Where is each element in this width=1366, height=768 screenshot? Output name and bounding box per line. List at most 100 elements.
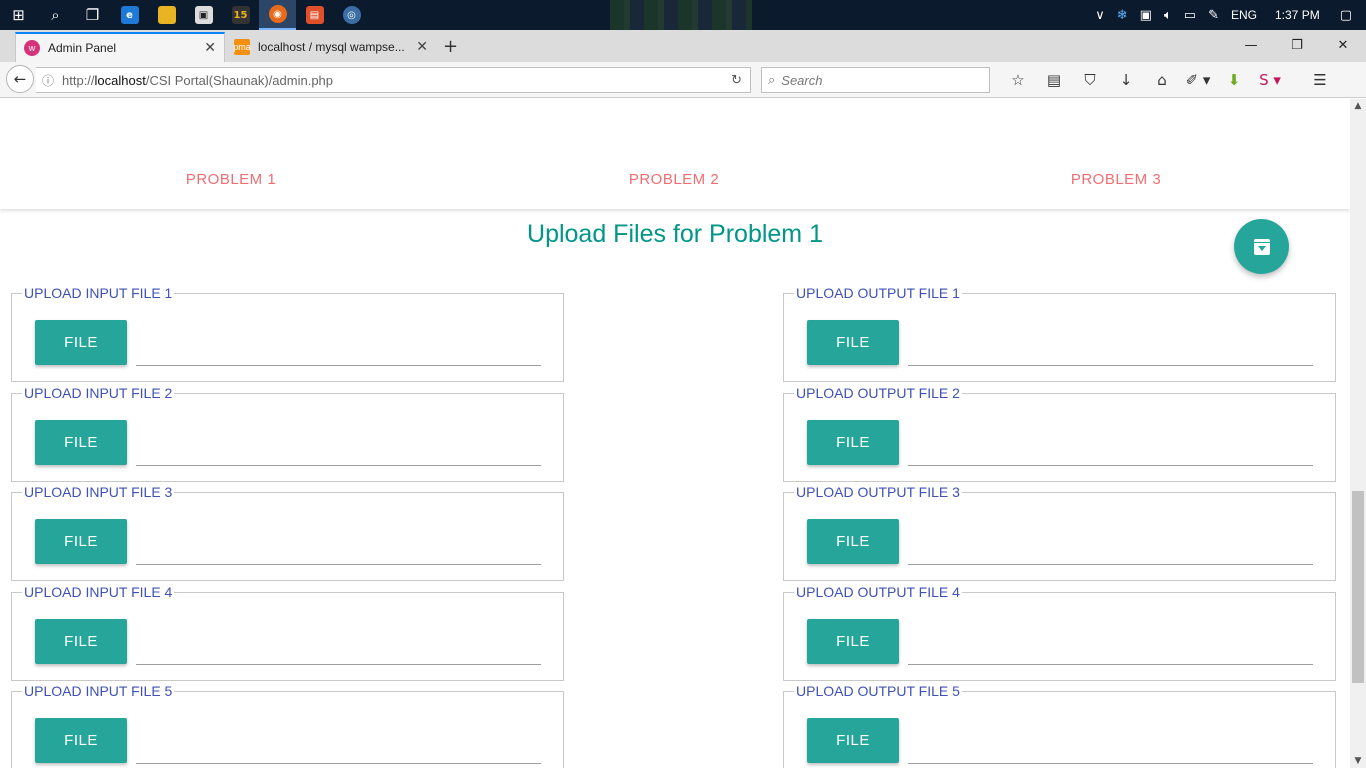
bookmark-star-icon[interactable]: ☆ — [1000, 71, 1036, 89]
back-button[interactable]: ← — [6, 65, 34, 93]
fieldset-legend: UPLOAD INPUT FILE 3 — [22, 484, 175, 500]
clock[interactable]: 1:37 PM — [1275, 8, 1320, 22]
file-button[interactable]: FILE — [35, 519, 127, 564]
scrollbar-thumb[interactable] — [1352, 491, 1364, 683]
chevron-up-icon[interactable]: ∨ — [1095, 8, 1105, 23]
edge-icon[interactable]: e — [111, 0, 148, 30]
new-tab-icon[interactable]: + — [443, 36, 458, 57]
upload-output-fieldset-5: UPLOAD OUTPUT FILE 5 FILE — [783, 683, 1336, 768]
fieldset-legend: UPLOAD INPUT FILE 5 — [22, 683, 175, 699]
restore-icon[interactable]: ❐ — [1274, 30, 1320, 60]
upload-input-fieldset-3: UPLOAD INPUT FILE 3 FILE — [11, 484, 564, 581]
file-path-input[interactable] — [136, 422, 541, 466]
minimize-icon[interactable]: — — [1228, 30, 1274, 60]
upload-input-fieldset-4: UPLOAD INPUT FILE 4 FILE — [11, 584, 564, 681]
extension-s-icon[interactable]: S ▾ — [1252, 71, 1288, 89]
file-button[interactable]: FILE — [807, 320, 899, 365]
reading-list-icon[interactable]: ▤ — [1036, 71, 1072, 89]
file-button[interactable]: FILE — [35, 320, 127, 365]
file-path-input[interactable] — [908, 422, 1313, 466]
tab-problem-2[interactable]: PROBLEM 2 — [574, 171, 774, 188]
upload-output-fieldset-1: UPLOAD OUTPUT FILE 1 FILE — [783, 285, 1336, 382]
url-bar[interactable]: ⓘ http://localhost/CSI Portal(Shaunak)/a… — [36, 67, 751, 93]
file-explorer-icon[interactable] — [148, 0, 185, 30]
close-tab-icon[interactable]: ✕ — [204, 40, 216, 56]
system-tray: ∨ ❄ ▣ 🔈︎ ▭ ✎ ENG 1:37 PM ▢ — [1089, 0, 1366, 30]
network-icon[interactable]: ▣ — [1140, 8, 1152, 23]
tools-icon[interactable]: ✐ ▾ — [1180, 71, 1216, 89]
file-path-input[interactable] — [136, 322, 541, 366]
fieldset-legend: UPLOAD OUTPUT FILE 3 — [794, 484, 962, 500]
upload-output-fieldset-3: UPLOAD OUTPUT FILE 3 FILE — [783, 484, 1336, 581]
firefox-icon[interactable]: ◉ — [259, 0, 296, 30]
fieldset-legend: UPLOAD INPUT FILE 2 — [22, 385, 175, 401]
search-placeholder: Search — [781, 72, 823, 88]
download-icon[interactable]: ↓ — [1108, 71, 1144, 89]
site-info-icon[interactable]: ⓘ — [42, 72, 54, 89]
file-path-input[interactable] — [908, 621, 1313, 665]
tab-phpmyadmin[interactable]: pma localhost / mysql wampse... ✕ — [226, 32, 436, 62]
task-view-icon[interactable]: ❐ — [74, 0, 111, 30]
scroll-up-icon[interactable]: ▲ — [1350, 101, 1366, 111]
file-path-input[interactable] — [136, 521, 541, 565]
vertical-scrollbar[interactable]: ▲ ▼ — [1350, 99, 1366, 768]
store-icon[interactable]: ▣ — [185, 0, 222, 30]
archive-icon — [1253, 238, 1270, 255]
page-title: Upload Files for Problem 1 — [527, 220, 823, 248]
windows-taskbar: ⊞ ⌕ ❐ e ▣ 15 ◉ ▤ ◎ ∨ ❄ ▣ 🔈︎ ▭ ✎ ENG 1:37… — [0, 0, 1366, 30]
file-path-input[interactable] — [908, 521, 1313, 565]
windows-start-icon[interactable]: ⊞ — [0, 0, 37, 30]
upload-input-fieldset-5: UPLOAD INPUT FILE 5 FILE — [11, 683, 564, 768]
problem-tabs: PROBLEM 1 PROBLEM 2 PROBLEM 3 — [0, 99, 1350, 209]
wamp-favicon-icon: w — [24, 40, 40, 56]
file-path-input[interactable] — [908, 720, 1313, 764]
file-button[interactable]: FILE — [807, 718, 899, 763]
browser-tab-strip: w Admin Panel ✕ pma localhost / mysql wa… — [0, 30, 1366, 62]
orange-app-icon[interactable]: ▤ — [296, 0, 333, 30]
navigation-bar: ← ⓘ http://localhost/CSI Portal(Shaunak)… — [0, 62, 1366, 98]
upload-fab-button[interactable] — [1234, 219, 1289, 274]
url-text[interactable]: http://localhost/CSI Portal(Shaunak)/adm… — [62, 73, 333, 88]
menu-icon[interactable]: ☰ — [1302, 71, 1338, 89]
pocket-icon[interactable]: ⛉ — [1072, 71, 1108, 89]
tab-title: localhost / mysql wampse... — [258, 40, 405, 54]
volume-icon[interactable]: 🔈︎ — [1164, 8, 1172, 23]
search-bar[interactable]: ⌕ Search — [761, 67, 990, 93]
file-path-input[interactable] — [136, 720, 541, 764]
file-path-input[interactable] — [136, 621, 541, 665]
app-15-icon[interactable]: 15 — [222, 0, 259, 30]
notifications-icon[interactable]: ▢ — [1340, 8, 1352, 23]
tab-title: Admin Panel — [48, 41, 117, 55]
file-button[interactable]: FILE — [807, 420, 899, 465]
search-icon[interactable]: ⌕ — [37, 0, 74, 30]
tab-admin-panel[interactable]: w Admin Panel ✕ — [15, 32, 225, 62]
snowflake-icon[interactable]: ❄ — [1117, 8, 1128, 23]
mozilla-app-icon[interactable]: ◎ — [333, 0, 370, 30]
tab-problem-3[interactable]: PROBLEM 3 — [1016, 171, 1216, 188]
file-button[interactable]: FILE — [35, 619, 127, 664]
fieldset-legend: UPLOAD INPUT FILE 4 — [22, 584, 175, 600]
pen-icon[interactable]: ✎ — [1208, 8, 1219, 23]
home-icon[interactable]: ⌂ — [1144, 71, 1180, 89]
file-path-input[interactable] — [908, 322, 1313, 366]
file-button[interactable]: FILE — [807, 519, 899, 564]
fieldset-legend: UPLOAD INPUT FILE 1 — [22, 285, 175, 301]
file-button[interactable]: FILE — [35, 718, 127, 763]
battery-icon[interactable]: ▭ — [1184, 8, 1196, 23]
upload-output-fieldset-4: UPLOAD OUTPUT FILE 4 FILE — [783, 584, 1336, 681]
tab-problem-1[interactable]: PROBLEM 1 — [131, 171, 331, 188]
taskbar-background-stripes — [610, 0, 752, 30]
downloader-icon[interactable]: ⬇ — [1216, 71, 1252, 89]
language-indicator[interactable]: ENG — [1231, 8, 1257, 22]
reload-icon[interactable]: ↻ — [731, 73, 742, 88]
file-button[interactable]: FILE — [35, 420, 127, 465]
fieldset-legend: UPLOAD OUTPUT FILE 5 — [794, 683, 962, 699]
close-tab-icon[interactable]: ✕ — [416, 39, 428, 55]
search-icon: ⌕ — [768, 72, 776, 88]
phpmyadmin-favicon-icon: pma — [233, 39, 251, 55]
file-button[interactable]: FILE — [807, 619, 899, 664]
fieldset-legend: UPLOAD OUTPUT FILE 2 — [794, 385, 962, 401]
scroll-down-icon[interactable]: ▼ — [1350, 756, 1366, 766]
close-window-icon[interactable]: ✕ — [1320, 30, 1366, 60]
toolbar-icons: ☆ ▤ ⛉ ↓ ⌂ ✐ ▾ ⬇ S ▾ ☰ — [1000, 67, 1338, 93]
